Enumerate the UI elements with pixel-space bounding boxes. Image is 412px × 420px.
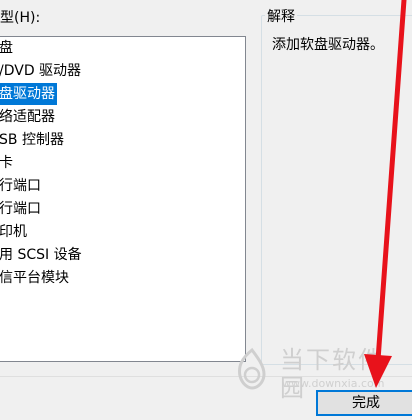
device-list-item[interactable]: 印机 xyxy=(0,221,29,243)
device-list-item[interactable]: 行端口 xyxy=(0,198,43,220)
device-list-item[interactable]: SB 控制器 xyxy=(0,129,66,151)
device-list-item[interactable]: 盘 xyxy=(0,37,15,59)
device-list-item[interactable]: 卡 xyxy=(0,152,15,174)
watermark-url: www.downxia.com xyxy=(282,377,385,390)
device-list-item-selected[interactable]: 盘驱动器 xyxy=(0,83,57,105)
device-type-label: 型(H): xyxy=(0,10,41,26)
device-list-item[interactable]: 信平台模块 xyxy=(0,267,71,289)
finish-button[interactable]: 完成 xyxy=(316,390,412,416)
description-group-label: 解释 xyxy=(265,8,297,26)
device-type-list[interactable]: 盘 /DVD 驱动器 盘驱动器 络适配器 SB 控制器 卡 行端口 行端口 印机… xyxy=(0,36,246,362)
device-list-item[interactable]: 用 SCSI 设备 xyxy=(0,244,84,266)
device-list-item[interactable]: 络适配器 xyxy=(0,106,57,128)
watermark: 当下软件园 www.downxia.com xyxy=(228,342,388,402)
watermark-logo-icon xyxy=(238,347,266,390)
device-list-item[interactable]: /DVD 驱动器 xyxy=(0,60,83,82)
description-group xyxy=(261,15,412,365)
description-text: 添加软盘驱动器。 xyxy=(272,37,384,53)
device-list-item[interactable]: 行端口 xyxy=(0,175,43,197)
